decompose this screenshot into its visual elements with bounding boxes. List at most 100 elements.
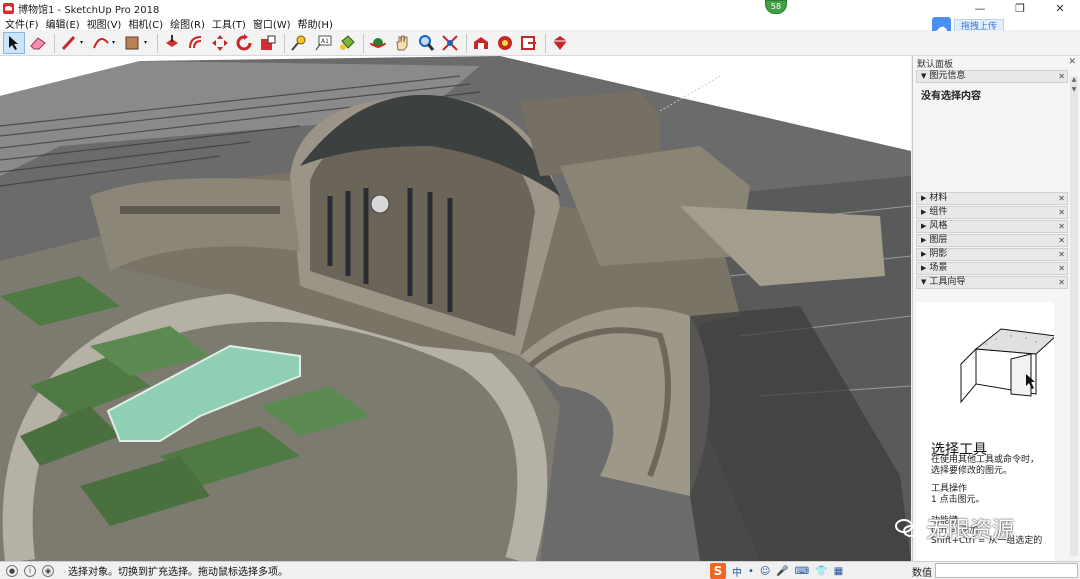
operation-heading: 工具操作 <box>931 484 968 494</box>
zoom-extents-button[interactable] <box>439 32 461 54</box>
zoom-extents-icon <box>442 35 458 51</box>
pan-tool-button[interactable] <box>391 32 413 54</box>
extension-warehouse-button[interactable] <box>494 32 516 54</box>
menu-edit[interactable]: 编辑(E) <box>44 16 85 31</box>
send-to-layout-button[interactable] <box>518 32 540 54</box>
menu-draw[interactable]: 绘图(R) <box>168 16 210 31</box>
move-tool-icon <box>212 35 228 51</box>
rotate-tool-button[interactable] <box>233 32 255 54</box>
select-tool-button[interactable] <box>3 32 25 54</box>
shape-tool-button[interactable] <box>122 32 152 54</box>
toolbar-separator <box>466 33 467 53</box>
panel-shadows-label: 阴影 <box>929 249 948 259</box>
menu-camera[interactable]: 相机(C) <box>126 16 168 31</box>
warehouse-button[interactable] <box>470 32 492 54</box>
zoom-tool-button[interactable] <box>415 32 437 54</box>
ime-skin-icon[interactable]: 👕 <box>815 566 827 577</box>
notification-badge[interactable]: 58 <box>765 0 787 14</box>
move-tool-button[interactable] <box>209 32 231 54</box>
close-icon[interactable]: ✕ <box>1058 221 1065 232</box>
menu-help[interactable]: 帮助(H) <box>296 16 338 31</box>
close-button[interactable]: ✕ <box>1040 0 1080 16</box>
panel-entity-info-label: 图元信息 <box>929 71 966 81</box>
extension-manager-icon <box>553 36 567 50</box>
close-icon[interactable]: ✕ <box>1058 263 1065 274</box>
arc-tool-button[interactable] <box>90 32 120 54</box>
push-pull-tool-button[interactable] <box>161 32 183 54</box>
menu-view[interactable]: 视图(V) <box>85 16 127 31</box>
close-icon[interactable]: ✕ <box>1058 277 1065 288</box>
zoom-tool-icon <box>419 35 435 51</box>
menu-window[interactable]: 窗口(W) <box>251 16 296 31</box>
pan-tool-icon <box>396 35 408 51</box>
main-toolbar: A1 <box>0 31 1080 56</box>
panel-shadows[interactable]: ▶ 阴影 ✕ <box>916 248 1068 261</box>
paint-bucket-icon <box>340 35 355 50</box>
text-tool-button[interactable]: A1 <box>312 32 334 54</box>
offset-tool-button[interactable] <box>185 32 207 54</box>
eraser-tool-button[interactable] <box>27 32 49 54</box>
close-icon[interactable]: ✕ <box>1058 249 1065 260</box>
minimize-button[interactable]: — <box>960 0 1000 16</box>
extension-manager-button[interactable] <box>549 32 571 54</box>
tape-measure-button[interactable] <box>288 32 310 54</box>
panel-styles[interactable]: ▶ 风格 ✕ <box>916 220 1068 233</box>
instructor-description: 在使用其他工具或命令时，选择要修改的图元。 <box>931 455 1040 476</box>
ime-voice-icon[interactable]: 🎤 <box>776 566 788 577</box>
scroll-up-icon[interactable]: ▲ <box>1070 76 1078 84</box>
ime-punctuation-icon[interactable]: • <box>748 566 754 577</box>
paint-bucket-button[interactable] <box>336 32 358 54</box>
select-illustration <box>960 328 1054 404</box>
window-title: 博物馆1 - SketchUp Pro 2018 <box>18 4 160 16</box>
ime-keyboard-icon[interactable]: ⌨ <box>795 566 809 577</box>
museum-model-scene <box>0 56 911 561</box>
panel-components[interactable]: ▶ 组件 ✕ <box>916 206 1068 219</box>
instructor-operation: 工具操作 1 点击图元。 <box>931 484 985 506</box>
menu-file[interactable]: 文件(F) <box>3 16 44 31</box>
panel-scenes-label: 场景 <box>929 263 948 273</box>
status-message: 选择对象。切换到扩充选择。拖动鼠标选择多项。 <box>68 567 288 578</box>
offset-tool-icon <box>189 36 202 49</box>
panel-styles-label: 风格 <box>929 221 948 231</box>
ime-toolbox-icon[interactable]: ▦ <box>834 566 843 577</box>
measurement-input[interactable] <box>935 563 1078 578</box>
orbit-tool-icon <box>370 38 386 48</box>
ime-chinese-mode[interactable]: 中 <box>732 564 742 579</box>
wechat-logo-icon <box>895 519 919 537</box>
panel-entity-info[interactable]: ▼ 图元信息 ✕ <box>916 70 1068 83</box>
scale-tool-button[interactable] <box>257 32 279 54</box>
line-tool-button[interactable] <box>58 32 88 54</box>
svg-text:A1: A1 <box>321 38 329 45</box>
tray-close-icon[interactable]: ✕ <box>1068 57 1076 67</box>
scroll-down-icon[interactable]: ▼ <box>1070 86 1078 94</box>
close-icon[interactable]: ✕ <box>1058 207 1065 218</box>
title-bar: 博物馆1 - SketchUp Pro 2018 58 — ❐ ✕ <box>0 0 1080 16</box>
collapse-triangle-icon: ▼ <box>921 278 927 286</box>
expand-triangle-icon: ▶ <box>921 222 927 230</box>
close-icon[interactable]: ✕ <box>1058 235 1065 246</box>
user-icon[interactable]: ◉ <box>42 564 54 577</box>
panel-materials[interactable]: ▶ 材料 ✕ <box>916 192 1068 205</box>
close-icon[interactable]: ✕ <box>1058 193 1065 204</box>
ime-emoji-icon[interactable]: ☺ <box>760 566 770 577</box>
menu-tools[interactable]: 工具(T) <box>210 16 251 31</box>
panel-instructor[interactable]: ▼ 工具向导 ✕ <box>916 276 1068 289</box>
tray-scrollbar[interactable] <box>1070 76 1078 556</box>
sogou-ime-icon[interactable]: S <box>710 563 726 579</box>
entity-info-body: 没有选择内容 <box>916 84 1068 192</box>
geo-location-icon[interactable]: ● <box>6 564 18 577</box>
push-pull-tool-icon <box>166 35 178 47</box>
model-viewport[interactable] <box>0 56 911 561</box>
maximize-button[interactable]: ❐ <box>1000 0 1040 16</box>
orbit-tool-button[interactable] <box>367 32 389 54</box>
toolbar-separator <box>363 33 364 53</box>
line-tool-icon <box>61 35 83 51</box>
info-icon[interactable]: i <box>24 564 36 577</box>
panel-layers[interactable]: ▶ 图层 ✕ <box>916 234 1068 247</box>
arc-tool-icon <box>93 38 115 49</box>
panel-scenes[interactable]: ▶ 场景 ✕ <box>916 262 1068 275</box>
close-icon[interactable]: ✕ <box>1058 71 1065 82</box>
text-tool-icon: A1 <box>315 35 332 51</box>
entity-info-content: 没有选择内容 <box>921 91 981 102</box>
watermark-text: 无限资源 <box>926 518 1015 543</box>
